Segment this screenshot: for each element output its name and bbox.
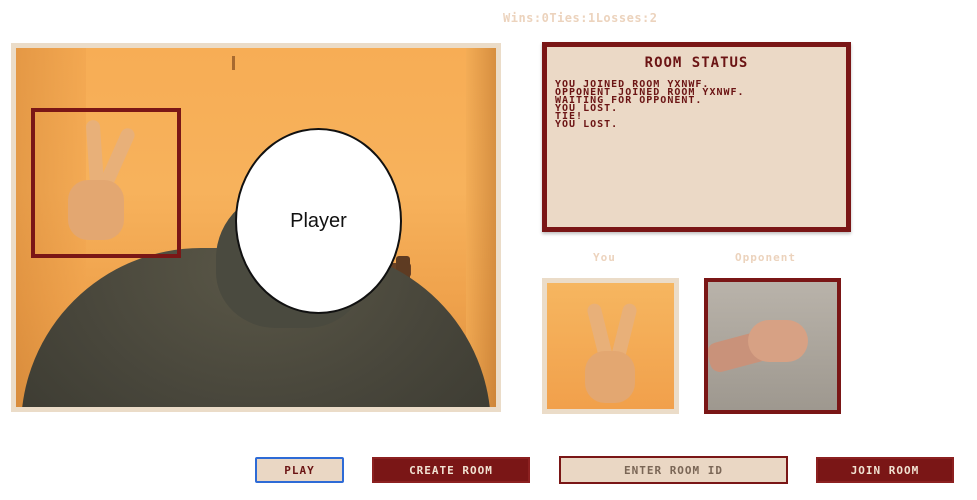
webcam-feed: Player bbox=[11, 43, 501, 412]
score-text: Wins:0Ties:1Losses:2 bbox=[503, 11, 658, 25]
you-label: You bbox=[593, 251, 616, 264]
log-line: YOU LOST. bbox=[555, 103, 619, 114]
log-line: YOU LOST. bbox=[555, 119, 619, 130]
rock-fist-icon bbox=[748, 320, 808, 362]
play-button[interactable]: PLAY bbox=[255, 457, 344, 483]
ceiling-lamp bbox=[232, 56, 235, 70]
hand-detection-box bbox=[31, 108, 181, 258]
room-status-panel: ROOM STATUS YOU JOINED ROOM YXNWF. OPPON… bbox=[542, 42, 851, 232]
room-status-title: ROOM STATUS bbox=[644, 55, 749, 71]
create-room-button[interactable]: CREATE ROOM bbox=[372, 457, 530, 483]
opponent-move-image bbox=[704, 278, 841, 414]
room-id-input[interactable] bbox=[559, 456, 788, 484]
opponent-label: Opponent bbox=[735, 251, 796, 264]
face-label: Player bbox=[290, 209, 347, 232]
status-log: YOU JOINED ROOM YXNWF. OPPONENT JOINED R… bbox=[547, 80, 846, 130]
you-move-image bbox=[542, 278, 679, 414]
join-room-button[interactable]: JOIN ROOM bbox=[816, 457, 954, 483]
scissors-hand-icon bbox=[577, 302, 647, 409]
face-placeholder: Player bbox=[235, 128, 402, 314]
